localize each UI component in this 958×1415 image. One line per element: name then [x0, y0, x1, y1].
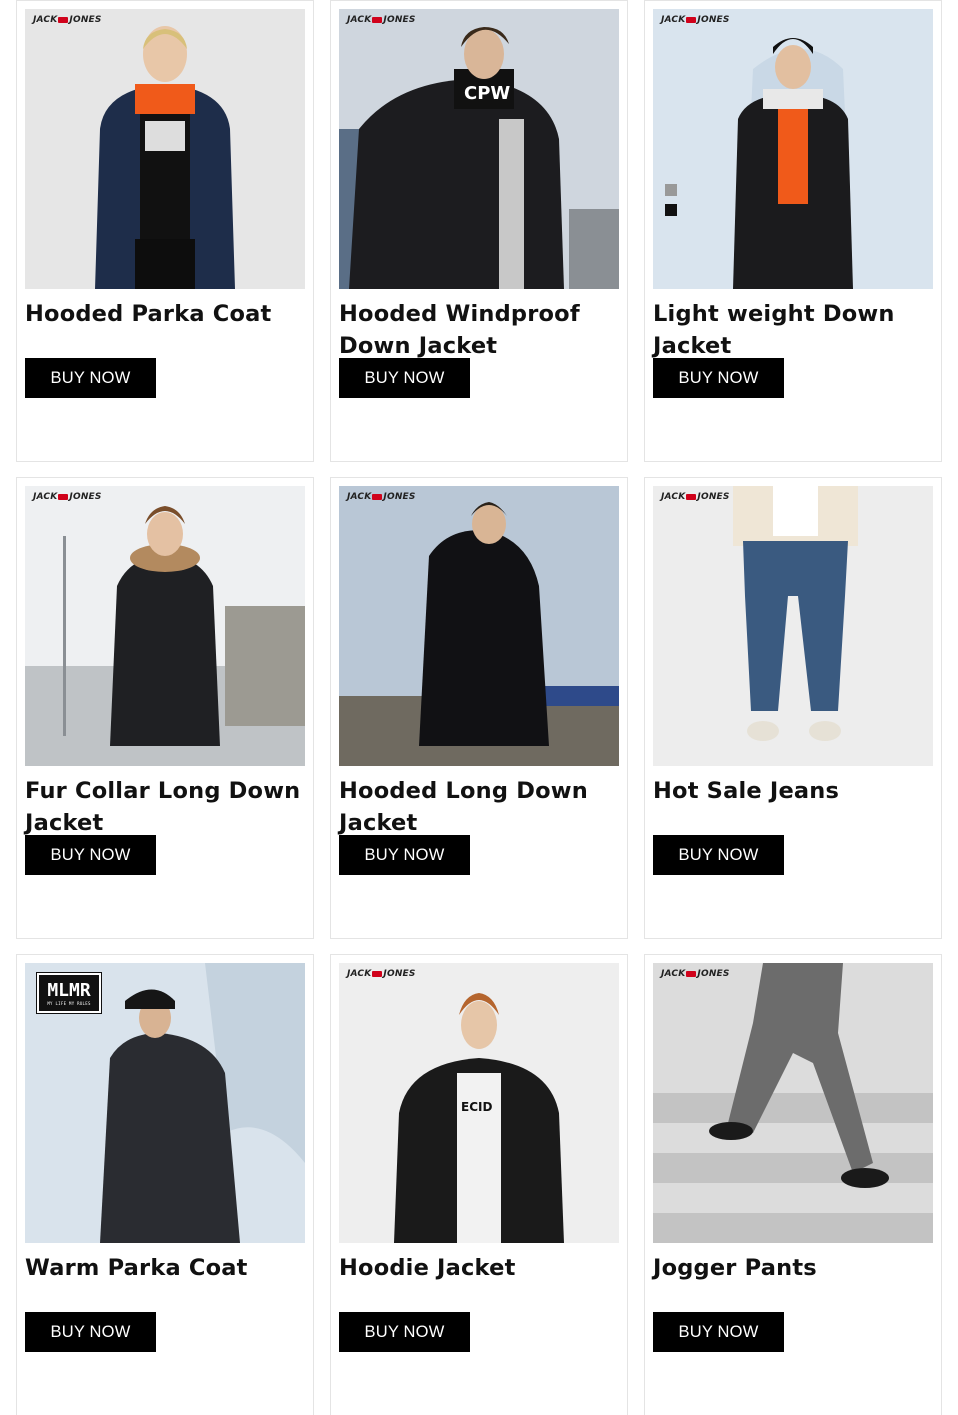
product-title: Hooded Parka Coat	[25, 301, 272, 327]
product-card[interactable]: CPW JACK JONES Hooded Windproof Down Jack…	[330, 0, 628, 462]
product-title: Fur Collar Long Down Jacket	[25, 778, 301, 836]
product-photo-parka-navy	[25, 9, 305, 289]
product-card[interactable]: JACK JONES Light weight Down Jacket BUY N…	[644, 0, 942, 462]
product-photo[interactable]: JACK JONES	[339, 486, 619, 766]
product-title: Hooded Windproof Down Jacket	[339, 301, 580, 359]
brand-logo: JACK JONES	[661, 492, 730, 502]
product-title: Hooded Long Down Jacket	[339, 778, 588, 836]
product-title: Warm Parka Coat	[25, 1255, 248, 1281]
product-card[interactable]: JACK JONES Jogger Pants BUY NOW	[644, 954, 942, 1415]
brand-logo: JACK JONES	[33, 492, 102, 502]
product-card[interactable]: JACK JONES Hooded Long Down Jacket BUY NO…	[330, 477, 628, 939]
brand-logo: JACK JONES	[347, 969, 416, 979]
buy-now-button[interactable]: BUY NOW	[339, 835, 470, 875]
buy-now-button[interactable]: BUY NOW	[653, 358, 784, 398]
product-photo[interactable]: ECID JACK JONES	[339, 963, 619, 1243]
product-photo-long-puffer	[339, 486, 619, 766]
product-card[interactable]: JACK JONES Hooded Parka Coat BUY NOW	[16, 0, 314, 462]
product-photo-windproof-jacket: CPW	[339, 9, 619, 289]
product-photo[interactable]: CPW JACK JONES	[339, 9, 619, 289]
brand-logo: JACK JONES	[661, 15, 730, 25]
product-photo[interactable]: JACK JONES	[653, 9, 933, 289]
brand-logo: JACK JONES	[33, 15, 102, 25]
product-photo-jeans	[653, 486, 933, 766]
product-photo[interactable]: MLMR MY LIFE MY RULES	[25, 963, 305, 1243]
product-card[interactable]: MLMR MY LIFE MY RULES Warm Parka Coat BU…	[16, 954, 314, 1415]
product-title: Light weight Down Jacket	[653, 301, 895, 359]
product-photo[interactable]: JACK JONES	[25, 486, 305, 766]
product-card[interactable]: JACK JONES Hot Sale Jeans BUY NOW	[644, 477, 942, 939]
buy-now-button[interactable]: BUY NOW	[25, 835, 156, 875]
buy-now-button[interactable]: BUY NOW	[25, 1312, 156, 1352]
svg-text:CPW: CPW	[464, 83, 510, 104]
buy-now-button[interactable]: BUY NOW	[339, 358, 470, 398]
svg-text:ECID: ECID	[461, 1100, 492, 1114]
product-title: Jogger Pants	[653, 1255, 817, 1281]
buy-now-button[interactable]: BUY NOW	[339, 1312, 470, 1352]
mlmr-logo: MLMR MY LIFE MY RULES	[36, 972, 102, 1014]
product-grid: JACK JONES Hooded Parka Coat BUY NOW CPW …	[0, 0, 958, 1415]
buy-now-button[interactable]: BUY NOW	[653, 1312, 784, 1352]
brand-logo: JACK JONES	[347, 492, 416, 502]
buy-now-button[interactable]: BUY NOW	[25, 358, 156, 398]
brand-logo: JACK JONES	[347, 15, 416, 25]
product-card[interactable]: ECID JACK JONES Hoodie Jacket BUY NOW	[330, 954, 628, 1415]
brand-logo: JACK JONES	[661, 969, 730, 979]
product-title: Hot Sale Jeans	[653, 778, 840, 804]
product-title: Hoodie Jacket	[339, 1255, 516, 1281]
product-photo[interactable]: JACK JONES	[653, 963, 933, 1243]
product-photo-hoodie-jacket: ECID	[339, 963, 619, 1243]
product-photo[interactable]: JACK JONES	[25, 9, 305, 289]
product-photo-jogger-pants	[653, 963, 933, 1243]
product-photo-light-down-jacket	[653, 9, 933, 289]
product-card[interactable]: JACK JONES Fur Collar Long Down Jacket BU…	[16, 477, 314, 939]
product-photo[interactable]: JACK JONES	[653, 486, 933, 766]
product-photo-fur-collar-parka	[25, 486, 305, 766]
buy-now-button[interactable]: BUY NOW	[653, 835, 784, 875]
